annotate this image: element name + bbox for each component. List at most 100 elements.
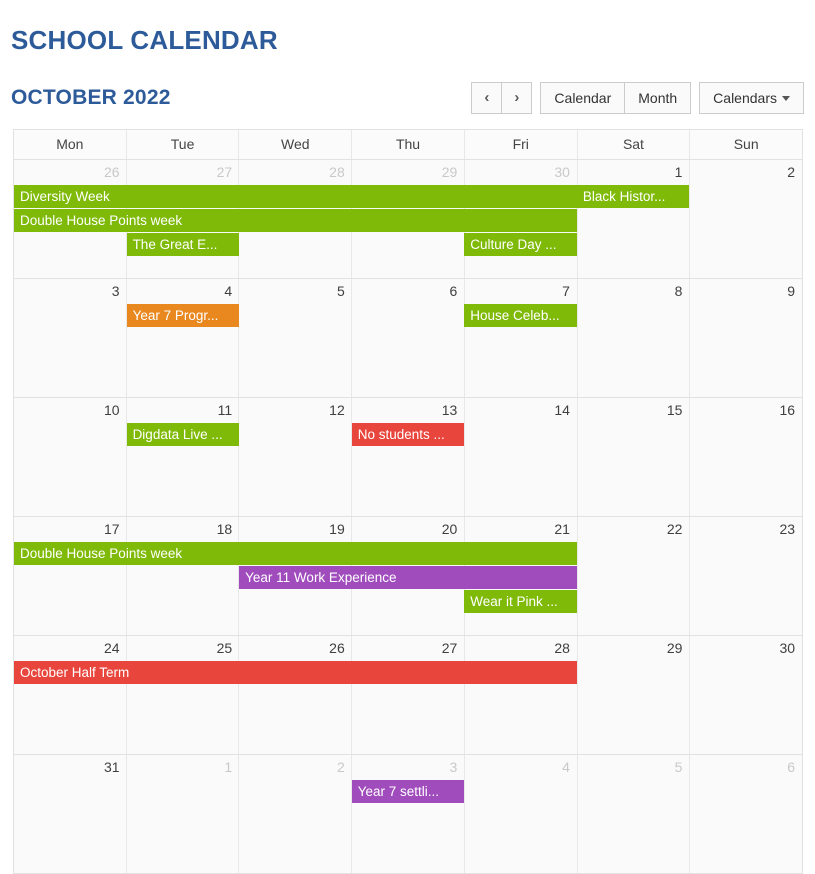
calendar-event[interactable]: October Half Term (14, 661, 577, 684)
date-number[interactable]: 6 (352, 279, 465, 304)
date-number[interactable]: 15 (577, 398, 690, 423)
calendar-event[interactable]: Black Histor... (576, 185, 690, 208)
event-row-empty (14, 471, 802, 495)
date-number[interactable]: 2 (239, 755, 352, 780)
date-number-row: 31 1 2 3 4 5 6 (14, 755, 802, 780)
event-row: Diversity Week Black Histor... (14, 185, 802, 209)
week-row-spacer (14, 376, 802, 397)
week-events: Digdata Live ... No students ... (14, 423, 802, 516)
day-of-week-sun: Sun (733, 136, 759, 152)
date-number[interactable]: 29 (352, 160, 465, 185)
date-number[interactable]: 9 (689, 279, 802, 304)
calendar-week-row: 24 25 26 27 28 29 30 October Half Term (14, 636, 803, 755)
date-number[interactable]: 31 (14, 755, 127, 780)
date-number[interactable]: 24 (14, 636, 127, 661)
calendar-event[interactable]: Wear it Pink ... (464, 590, 577, 613)
current-month-label: OCTOBER 2022 (11, 86, 171, 109)
event-row: Double House Points week (14, 209, 802, 233)
calendars-filter-group: Calendars (699, 82, 804, 114)
date-number[interactable]: 27 (127, 160, 240, 185)
calendar-event[interactable]: Double House Points week (14, 209, 577, 232)
next-month-button[interactable]: › (502, 82, 533, 114)
date-number[interactable]: 27 (352, 636, 465, 661)
date-number[interactable]: 19 (239, 517, 352, 542)
date-number[interactable]: 1 (127, 755, 240, 780)
date-number[interactable]: 8 (577, 279, 690, 304)
date-number[interactable]: 18 (127, 517, 240, 542)
date-number[interactable]: 28 (239, 160, 352, 185)
date-number[interactable]: 20 (352, 517, 465, 542)
date-number[interactable]: 28 (464, 636, 577, 661)
calendar-view-button[interactable]: Calendar (540, 82, 626, 114)
page-title: SCHOOL CALENDAR (11, 25, 278, 56)
date-number-row: 3456789 (14, 279, 802, 304)
date-number[interactable]: 29 (577, 636, 690, 661)
day-of-week-sat: Sat (578, 130, 691, 159)
calendar-event[interactable]: Double House Points week (14, 542, 577, 565)
calendar-event[interactable]: Digdata Live ... (126, 423, 240, 446)
day-of-week-mon: Mon (14, 130, 127, 159)
date-number[interactable]: 25 (127, 636, 240, 661)
date-number[interactable]: 4 (127, 279, 240, 304)
week-events: Year 7 Progr... House Celeb... (14, 304, 802, 397)
event-row: Double House Points week (14, 542, 802, 566)
calendar-week-row: 3 4 5 6 7 8 9 Year 7 Progr... House Celeb... (14, 279, 803, 398)
week-events: October Half Term (14, 661, 802, 754)
event-row-empty (14, 352, 802, 376)
event-row: October Half Term (14, 661, 802, 685)
prev-month-button[interactable]: ‹ (471, 82, 503, 114)
date-number[interactable]: 26 (239, 636, 352, 661)
month-view-button[interactable]: Month (625, 82, 692, 114)
date-number[interactable]: 13 (352, 398, 465, 423)
calendar-grid: Mon Tue Wed Thu Fri Sat Sun 26 27 28 29 30 1 2 Divers… (13, 129, 803, 874)
date-number-row: 10 11 12 13 14 15 16 (14, 398, 802, 423)
week-row-spacer (14, 852, 802, 873)
calendar-event[interactable]: Diversity Week (14, 185, 577, 208)
day-of-week-header: Mon Tue Wed Thu Fri Sat Sun (14, 130, 802, 160)
date-number[interactable]: 7 (464, 279, 577, 304)
calendar-event[interactable]: Culture Day ... (464, 233, 577, 256)
calendar-event[interactable]: House Celeb... (464, 304, 577, 327)
date-number[interactable]: 17 (14, 517, 127, 542)
calendar-event[interactable]: Year 11 Work Experience (239, 566, 577, 589)
event-row-empty (14, 685, 802, 709)
date-number[interactable]: 23 (689, 517, 802, 542)
date-number[interactable]: 30 (464, 160, 577, 185)
day-of-week-fri: Fri (465, 130, 578, 159)
date-number[interactable]: 26 (14, 160, 127, 185)
toolbar-button-groups: ‹ › Calendar Month Calendars (463, 82, 804, 114)
date-number[interactable]: 22 (577, 517, 690, 542)
event-row: Year 7 Progr... House Celeb... (14, 304, 802, 328)
calendar-event[interactable]: The Great E... (126, 233, 240, 256)
date-number[interactable]: 6 (689, 755, 802, 780)
date-number[interactable]: 3 (14, 279, 127, 304)
calendar-toolbar: OCTOBER 2022 ‹ › Calendar Month Calendar… (11, 82, 804, 116)
week-row-spacer (14, 614, 802, 635)
week-events: Diversity Week Black Histor... Double Hous… (14, 185, 802, 278)
date-number[interactable]: 2 (689, 160, 802, 185)
chevron-down-icon (782, 96, 790, 101)
date-number[interactable]: 16 (689, 398, 802, 423)
date-number[interactable]: 3 (352, 755, 465, 780)
calendar-event[interactable]: Year 7 settli... (351, 780, 465, 803)
event-row-empty (14, 804, 802, 828)
date-number[interactable]: 11 (127, 398, 240, 423)
date-number[interactable]: 30 (689, 636, 802, 661)
date-number[interactable]: 4 (464, 755, 577, 780)
week-events: Double House Points week Year 11 Work Exp… (14, 542, 802, 635)
date-number[interactable]: 10 (14, 398, 127, 423)
calendar-week-row: 17 18 19 20 21 22 23 Double House Points week Ye… (14, 517, 803, 636)
date-number[interactable]: 21 (464, 517, 577, 542)
date-number[interactable]: 5 (577, 755, 690, 780)
day-of-week-tue: Tue (127, 130, 240, 159)
calendar-weeks: 26 27 28 29 30 1 2 Diversity Week Black Histor..… (14, 160, 803, 874)
date-number[interactable]: 1 (577, 160, 690, 185)
calendars-dropdown-button[interactable]: Calendars (699, 82, 804, 114)
calendars-dropdown-label: Calendars (713, 90, 777, 106)
calendar-week-row: 10 11 12 13 14 15 16 Digdata Live ... No student… (14, 398, 803, 517)
calendar-event[interactable]: No students ... (351, 423, 465, 446)
date-number[interactable]: 12 (239, 398, 352, 423)
calendar-event[interactable]: Year 7 Progr... (126, 304, 240, 327)
date-number[interactable]: 14 (464, 398, 577, 423)
date-number[interactable]: 5 (239, 279, 352, 304)
